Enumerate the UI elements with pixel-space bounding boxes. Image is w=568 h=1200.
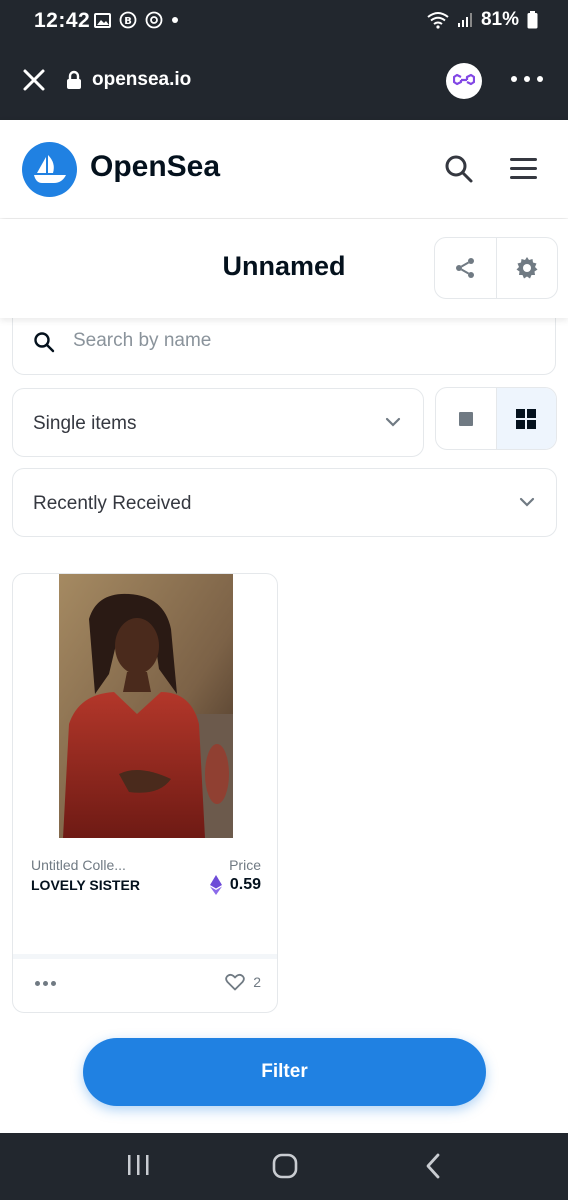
header-search-button[interactable]	[444, 154, 474, 189]
menu-line	[510, 176, 537, 179]
favorite-button[interactable]: 2	[225, 973, 261, 991]
sync-icon	[145, 11, 163, 29]
title-actions	[434, 237, 558, 299]
sort-value: Recently Received	[33, 493, 192, 514]
share-button[interactable]	[435, 238, 497, 298]
site-header: OpenSea	[0, 120, 568, 218]
view-toggle	[435, 387, 557, 450]
large-grid-button[interactable]	[436, 388, 496, 449]
signal-icon	[457, 13, 472, 27]
url-text[interactable]: opensea.io	[92, 69, 191, 91]
opensea-logo[interactable]	[22, 142, 77, 197]
card-more-button[interactable]	[35, 981, 56, 986]
menu-line	[510, 167, 537, 170]
ethereum-icon	[209, 875, 222, 895]
status-bar: 12:42 B 81%	[0, 0, 568, 42]
system-nav-bar	[0, 1133, 568, 1200]
sort-dropdown[interactable]: Recently Received	[12, 468, 557, 537]
nft-image[interactable]	[59, 574, 233, 838]
nft-card[interactable]: Untitled Colle... LOVELY SISTER Price 0.…	[12, 573, 278, 1013]
filter-button[interactable]: Filter	[83, 1038, 486, 1106]
brand-name[interactable]: OpenSea	[90, 150, 220, 184]
browser-toolbar: opensea.io	[0, 42, 568, 120]
svg-text:B: B	[124, 16, 132, 27]
status-time: 12:42	[34, 9, 91, 32]
chevron-down-icon	[519, 497, 535, 507]
more-dot	[35, 981, 40, 986]
ship-icon	[33, 154, 66, 183]
heart-icon	[225, 973, 245, 991]
recent-apps-icon	[128, 1155, 149, 1175]
menu-line	[510, 158, 537, 161]
price-value: 0.59	[229, 876, 261, 893]
search-icon	[445, 155, 473, 183]
title-bar: Unnamed	[0, 219, 568, 318]
recent-apps-button[interactable]	[126, 1153, 150, 1182]
card-divider	[13, 954, 277, 959]
home-icon	[272, 1153, 298, 1179]
home-button[interactable]	[272, 1153, 298, 1184]
close-icon	[23, 69, 45, 91]
chevron-down-icon	[385, 417, 401, 427]
gear-icon	[516, 257, 538, 279]
dot-icon	[172, 17, 178, 23]
close-tab-button[interactable]	[22, 68, 46, 97]
price: 0.59	[209, 875, 261, 895]
grid-icon	[516, 408, 537, 429]
settings-button[interactable]	[497, 238, 558, 298]
like-count: 2	[253, 974, 261, 990]
notification-icons: B	[94, 11, 179, 29]
more-dot	[537, 76, 543, 82]
search-input[interactable]	[71, 329, 515, 353]
wifi-icon	[427, 12, 449, 29]
square-icon	[458, 411, 473, 426]
more-dot	[524, 76, 530, 82]
more-dot	[43, 981, 48, 986]
polygon-icon	[453, 73, 475, 86]
search-icon	[34, 332, 55, 353]
battery-icon	[527, 11, 538, 29]
polygon-network-button[interactable]	[446, 63, 482, 99]
b-badge-icon: B	[119, 11, 137, 29]
more-dot	[51, 981, 56, 986]
collection-name[interactable]: Untitled Colle...	[31, 857, 126, 873]
item-type-dropdown[interactable]: Single items	[12, 388, 424, 457]
hamburger-menu-button[interactable]	[510, 158, 537, 185]
browser-more-button[interactable]	[511, 76, 543, 82]
back-button[interactable]	[424, 1153, 442, 1184]
more-dot	[511, 76, 517, 82]
gallery-icon	[94, 12, 111, 28]
back-icon	[426, 1153, 440, 1179]
status-right: 81%	[427, 9, 538, 31]
battery-percent: 81%	[480, 9, 519, 30]
item-type-value: Single items	[33, 413, 137, 434]
lock-icon	[66, 70, 82, 95]
small-grid-button[interactable]	[495, 388, 556, 449]
price-label: Price	[229, 857, 261, 873]
item-name: LOVELY SISTER	[31, 877, 140, 893]
share-icon	[456, 258, 475, 278]
